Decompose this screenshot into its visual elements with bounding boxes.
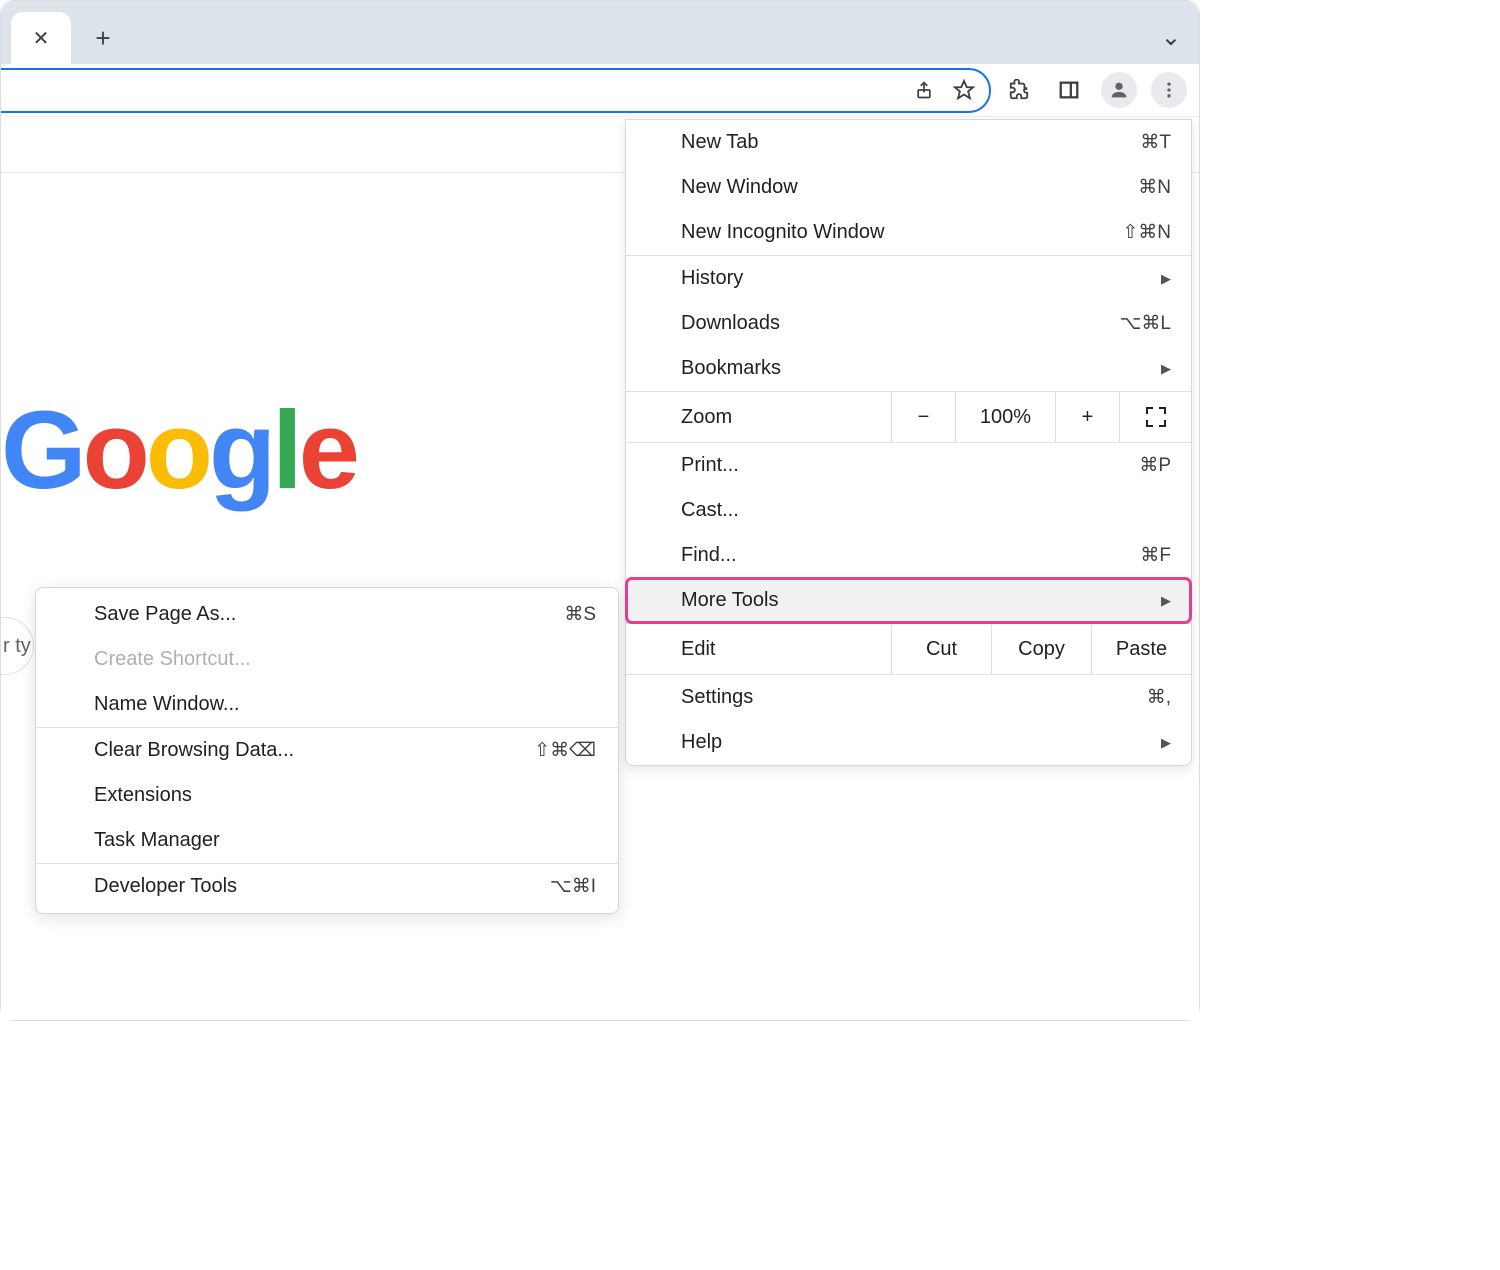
main-menu: New Tab ⌘T New Window ⌘N New Incognito W… (625, 119, 1192, 766)
share-icon[interactable] (913, 79, 935, 101)
shortcut: ⌘T (1140, 131, 1171, 154)
zoom-in-button[interactable]: + (1055, 392, 1119, 442)
submenu-extensions[interactable]: Extensions (36, 773, 618, 818)
shortcut: ⌘N (1138, 176, 1171, 199)
chevron-right-icon: ▶ (1161, 593, 1171, 609)
shortcut: ⌥⌘L (1120, 312, 1171, 335)
copy-button[interactable]: Copy (991, 624, 1091, 674)
chevron-right-icon: ▶ (1161, 735, 1171, 751)
shortcut: ⌘, (1147, 686, 1171, 709)
paste-button[interactable]: Paste (1091, 624, 1191, 674)
menu-new-window[interactable]: New Window ⌘N (626, 165, 1191, 210)
cut-button[interactable]: Cut (891, 624, 991, 674)
shortcut: ⌘P (1139, 454, 1171, 477)
menu-settings[interactable]: Settings ⌘, (626, 675, 1191, 720)
tab-strip: ✕ + ⌄ (1, 1, 1199, 64)
search-input[interactable]: r ty (1, 617, 34, 675)
fullscreen-icon (1146, 407, 1166, 427)
menu-label: History (681, 267, 743, 290)
address-bar[interactable] (1, 68, 991, 113)
menu-zoom: Zoom − 100% + (626, 391, 1191, 443)
more-menu-button[interactable] (1151, 72, 1187, 108)
menu-label: Settings (681, 686, 753, 709)
menu-history[interactable]: History ▶ (626, 256, 1191, 301)
menu-label: New Incognito Window (681, 221, 884, 244)
tabs-dropdown[interactable]: ⌄ (1161, 23, 1181, 52)
menu-help[interactable]: Help ▶ (626, 720, 1191, 765)
chevron-down-icon: ⌄ (1161, 24, 1181, 51)
menu-edit: Edit Cut Copy Paste (626, 623, 1191, 675)
close-icon[interactable]: ✕ (33, 26, 50, 51)
menu-print[interactable]: Print... ⌘P (626, 443, 1191, 488)
google-logo: Google (1, 387, 381, 514)
zoom-percent: 100% (955, 392, 1055, 442)
menu-label: More Tools (681, 589, 778, 612)
zoom-out-button[interactable]: − (891, 392, 955, 442)
menu-label: Bookmarks (681, 357, 781, 380)
active-tab[interactable]: ✕ (11, 12, 71, 64)
chevron-right-icon: ▶ (1161, 271, 1171, 287)
menu-label: Developer Tools (94, 875, 237, 898)
menu-label: New Tab (681, 131, 758, 154)
menu-downloads[interactable]: Downloads ⌥⌘L (626, 301, 1191, 346)
menu-cast[interactable]: Cast... (626, 488, 1191, 533)
menu-new-incognito[interactable]: New Incognito Window ⇧⌘N (626, 210, 1191, 255)
toolbar (1, 64, 1199, 117)
menu-label: Extensions (94, 784, 192, 807)
sidepanel-icon[interactable] (1051, 72, 1087, 108)
menu-more-tools[interactable]: More Tools ▶ (626, 578, 1191, 623)
shortcut: ⇧⌘N (1122, 221, 1171, 244)
submenu-create-shortcut: Create Shortcut... (36, 637, 618, 682)
shortcut: ⌘F (1140, 544, 1171, 567)
menu-label: New Window (681, 176, 798, 199)
extensions-icon[interactable] (1001, 72, 1037, 108)
menu-label: Help (681, 731, 722, 754)
shortcut: ⌥⌘I (550, 875, 596, 898)
edit-label: Edit (626, 638, 891, 661)
menu-label: Task Manager (94, 829, 220, 852)
toolbar-icons (1001, 72, 1187, 108)
menu-label: Print... (681, 454, 739, 477)
submenu-clear-browsing[interactable]: Clear Browsing Data... ⇧⌘⌫ (36, 728, 618, 773)
menu-new-tab[interactable]: New Tab ⌘T (626, 120, 1191, 165)
fullscreen-button[interactable] (1119, 392, 1191, 442)
search-fragment: r ty (3, 635, 31, 658)
menu-bookmarks[interactable]: Bookmarks ▶ (626, 346, 1191, 391)
more-tools-submenu: Save Page As... ⌘S Create Shortcut... Na… (35, 587, 619, 914)
menu-label: Name Window... (94, 693, 240, 716)
shortcut: ⌘S (564, 603, 596, 626)
menu-find[interactable]: Find... ⌘F (626, 533, 1191, 578)
submenu-name-window[interactable]: Name Window... (36, 682, 618, 727)
chevron-right-icon: ▶ (1161, 361, 1171, 377)
menu-label: Create Shortcut... (94, 648, 251, 671)
zoom-label: Zoom (626, 406, 891, 429)
browser-window: ✕ + ⌄ (0, 0, 1200, 1021)
shortcut: ⇧⌘⌫ (534, 739, 596, 762)
star-icon[interactable] (953, 79, 975, 101)
new-tab-button[interactable]: + (83, 18, 123, 58)
menu-label: Find... (681, 544, 737, 567)
profile-icon[interactable] (1101, 72, 1137, 108)
menu-label: Save Page As... (94, 603, 236, 626)
submenu-save-page[interactable]: Save Page As... ⌘S (36, 592, 618, 637)
menu-label: Clear Browsing Data... (94, 739, 294, 762)
menu-label: Downloads (681, 312, 780, 335)
submenu-task-manager[interactable]: Task Manager (36, 818, 618, 863)
menu-label: Cast... (681, 499, 739, 522)
submenu-developer-tools[interactable]: Developer Tools ⌥⌘I (36, 864, 618, 909)
